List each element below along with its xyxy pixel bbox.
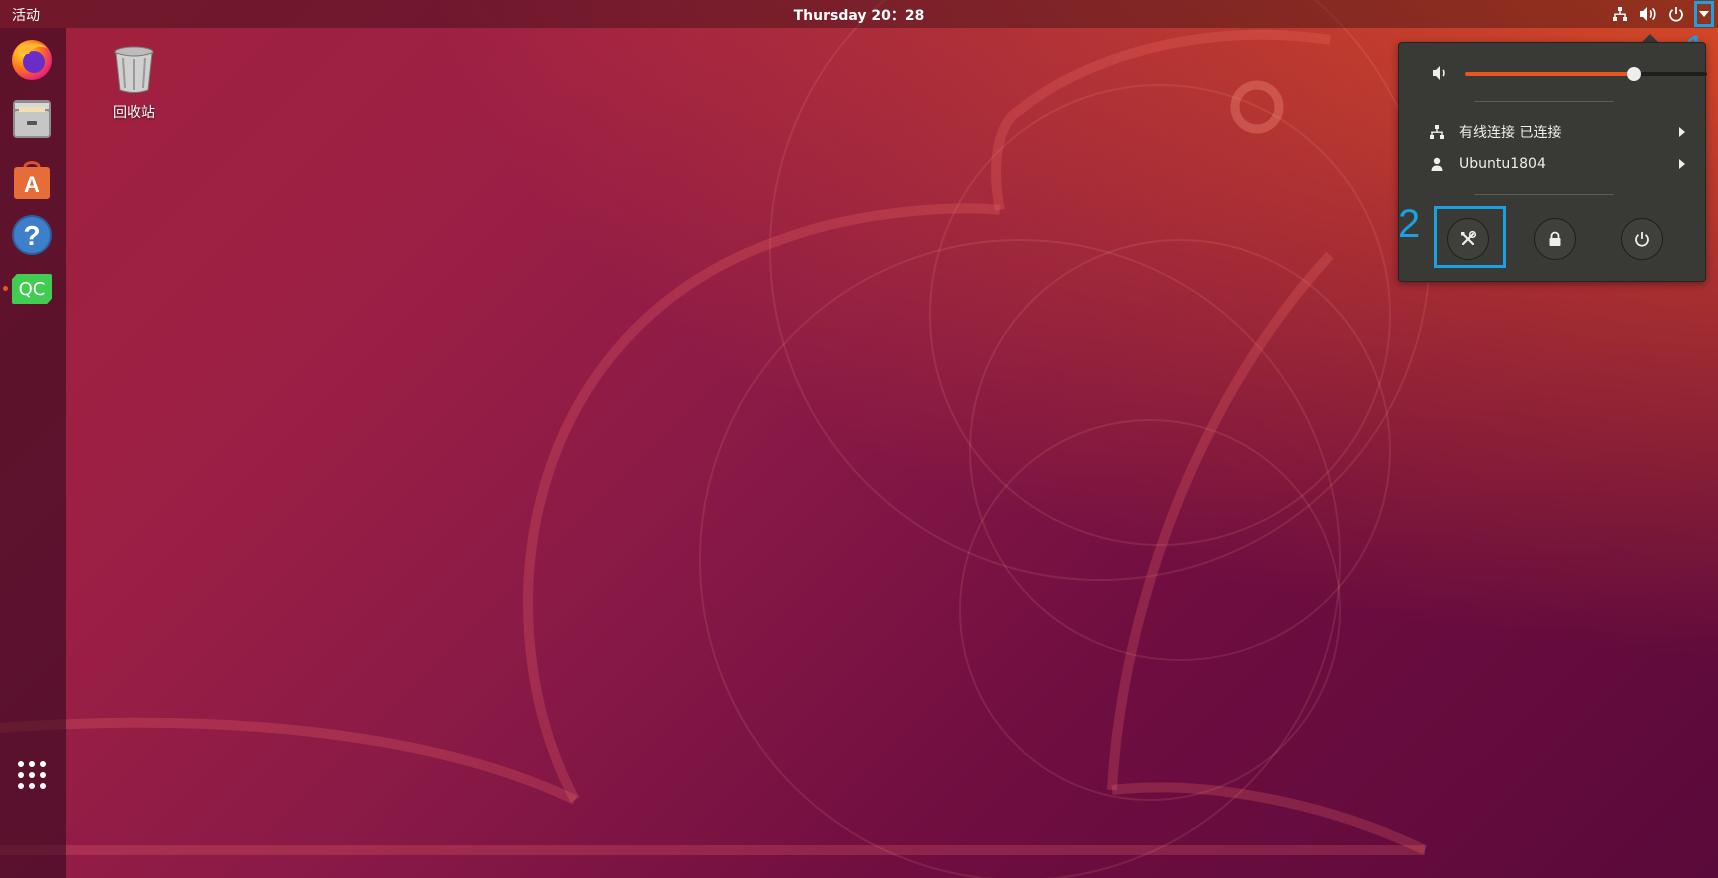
dock-item-files[interactable]	[9, 96, 55, 142]
svg-text:?: ?	[23, 220, 40, 251]
running-indicator	[3, 286, 8, 291]
submenu-arrow-icon	[1679, 127, 1685, 137]
software-center-icon: A	[14, 161, 50, 199]
user-icon	[1431, 157, 1443, 171]
network-icon[interactable]	[1608, 0, 1632, 28]
separator	[1474, 194, 1614, 195]
svg-text:A: A	[24, 172, 40, 197]
menu-item-network[interactable]: 有线连接 已连接	[1429, 118, 1693, 146]
help-icon: ?	[12, 215, 52, 255]
annotation-highlight-settings	[1434, 206, 1506, 268]
menu-item-user[interactable]: Ubuntu1804	[1429, 150, 1693, 178]
volume-low-icon	[1433, 66, 1445, 80]
annotation-label-2: 2	[1398, 202, 1421, 246]
system-tray[interactable]	[1604, 0, 1718, 28]
firefox-icon	[12, 40, 52, 80]
app-grid-icon	[18, 761, 46, 789]
dock-item-help[interactable]: ?	[9, 212, 55, 258]
volume-icon[interactable]	[1636, 0, 1660, 28]
volume-row	[1429, 63, 1707, 83]
network-icon	[1430, 125, 1444, 139]
files-icon	[13, 100, 51, 138]
lock-icon	[1549, 231, 1561, 246]
lock-button[interactable]	[1534, 218, 1576, 260]
show-apps-button[interactable]	[9, 752, 55, 798]
network-label: 有线连接 已连接	[1459, 125, 1562, 141]
power-off-button[interactable]	[1621, 218, 1663, 260]
trash-label: 回收站	[113, 105, 155, 121]
system-menu-button[interactable]	[1694, 1, 1714, 27]
separator	[1474, 101, 1614, 102]
top-bar: 活动 Thursday 20：28	[0, 0, 1718, 28]
dock: A ? QC	[0, 28, 66, 878]
power-icon[interactable]	[1664, 0, 1688, 28]
desktop-trash[interactable]: 回收站	[96, 44, 172, 122]
clock[interactable]: Thursday 20：28	[0, 5, 1718, 25]
user-label: Ubuntu1804	[1459, 156, 1546, 172]
dock-item-firefox[interactable]	[9, 36, 55, 82]
chevron-down-icon	[1699, 11, 1709, 17]
submenu-arrow-icon	[1679, 159, 1685, 169]
dock-item-software[interactable]: A	[9, 156, 55, 202]
volume-slider-fill	[1465, 72, 1635, 76]
power-icon	[1635, 232, 1649, 247]
volume-slider-knob[interactable]	[1627, 67, 1642, 81]
qt-creator-icon: QC	[12, 274, 52, 304]
volume-slider[interactable]	[1465, 67, 1707, 81]
trash-icon	[114, 46, 154, 93]
dock-item-qt-creator[interactable]: QC	[9, 266, 55, 312]
